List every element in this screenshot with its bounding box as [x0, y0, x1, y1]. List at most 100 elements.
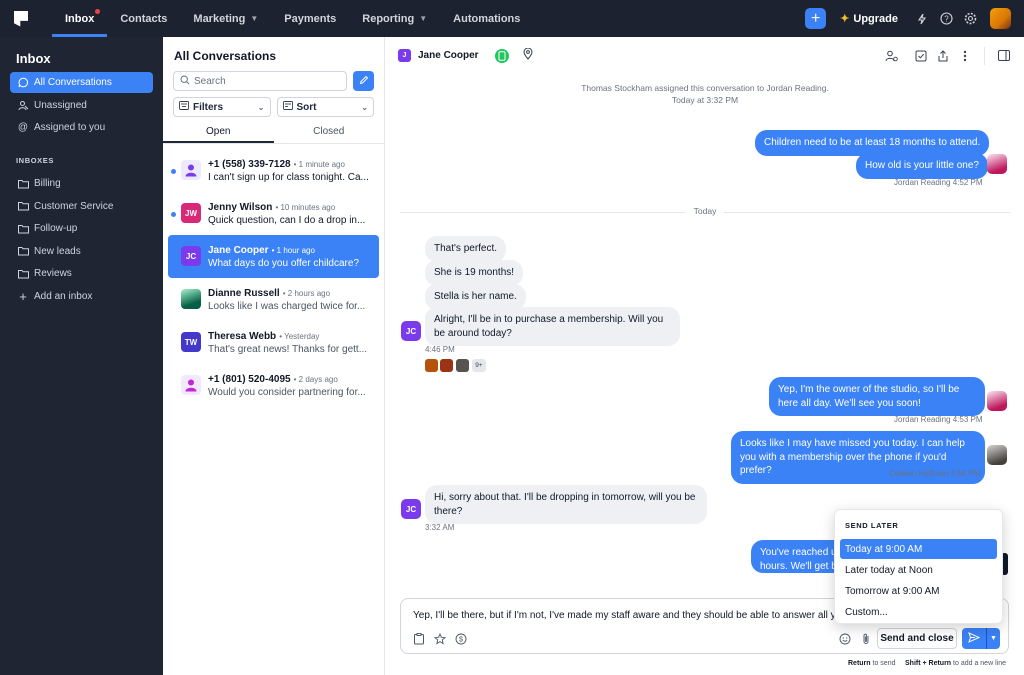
sidebar-item-assigned-to-you[interactable]: @ Assigned to you — [10, 117, 153, 138]
folder-icon — [17, 224, 29, 234]
plus-icon: + — [810, 9, 821, 27]
create-new-button[interactable]: + — [805, 8, 827, 29]
share-icon[interactable] — [932, 45, 954, 67]
send-icon — [968, 631, 981, 646]
send-and-close-button[interactable]: Send and close — [877, 628, 957, 649]
folder-icon — [17, 269, 29, 279]
message-meta: Jordan Reading 4:53 PM — [894, 415, 983, 424]
plus-icon: + — [19, 288, 27, 304]
close-conversation-icon[interactable] — [910, 45, 932, 67]
send-later-option[interactable]: Custom... — [840, 602, 997, 622]
sms-channel-icon[interactable] — [494, 48, 509, 63]
conversation-preview: What days do you offer childcare? — [208, 258, 360, 269]
notification-dot — [95, 9, 101, 14]
message-time: 4:46 PM — [425, 345, 455, 354]
star-icon[interactable] — [432, 631, 447, 646]
nav-contacts-label: Contacts — [120, 12, 168, 25]
viewer-avatar — [440, 359, 453, 372]
search-input[interactable]: Search — [173, 71, 347, 91]
nav-reporting[interactable]: Reporting ▼ — [349, 0, 440, 37]
sidebar-item-follow-up[interactable]: Follow-up — [10, 218, 153, 239]
conversation-preview: Looks like I was charged twice for... — [208, 301, 366, 312]
sidebar-item-unassigned[interactable]: Unassigned — [10, 95, 153, 116]
incoming-message: She is 19 months! — [425, 260, 524, 286]
nav-marketing-label: Marketing — [193, 12, 246, 25]
send-button[interactable] — [962, 628, 986, 649]
payment-request-icon[interactable]: $ — [453, 631, 468, 646]
app-logo[interactable] — [14, 10, 28, 27]
sidebar-item-customer-service[interactable]: Customer Service — [10, 196, 153, 217]
conversation-list-title: All Conversations — [174, 49, 277, 63]
more-options-icon[interactable] — [954, 45, 976, 67]
unread-dot — [171, 212, 176, 217]
more-viewers-badge[interactable]: 9+ — [472, 359, 486, 372]
tab-closed[interactable]: Closed — [274, 123, 385, 143]
conversation-time: 1 hour ago — [276, 246, 315, 255]
user-avatar[interactable] — [990, 8, 1011, 29]
assign-user-icon[interactable] — [880, 45, 902, 67]
send-button-group: ▼ — [962, 628, 1000, 649]
templates-icon[interactable] — [411, 631, 426, 646]
search-placeholder: Search — [194, 75, 226, 87]
conversation-list-panel: All Conversations Search Filters ⌄ Sort … — [163, 37, 385, 675]
sidebar-item-label: All Conversations — [34, 77, 112, 88]
top-navigation-bar: Inbox Contacts Marketing ▼ Payments Repor… — [0, 0, 1024, 37]
search-icon — [180, 74, 190, 88]
send-later-option[interactable]: Later today at Noon — [840, 560, 997, 580]
send-later-option[interactable]: Tomorrow at 9:00 AM — [840, 581, 997, 601]
attachment-icon[interactable] — [858, 631, 873, 646]
conversation-name: Theresa Webb — [208, 331, 277, 342]
hint-key: Shift + Return — [905, 660, 952, 667]
sidebar-item-new-leads[interactable]: New leads — [10, 241, 153, 262]
sidebar-item-all-conversations[interactable]: All Conversations — [10, 72, 153, 93]
tab-open[interactable]: Open — [163, 123, 274, 143]
help-icon[interactable]: ? — [934, 7, 958, 31]
upgrade-label: Upgrade — [853, 12, 898, 25]
conversation-item[interactable]: +1 (558) 339-7128 • 1 minute ago I can't… — [168, 149, 379, 192]
unassigned-icon — [17, 100, 29, 111]
incoming-message: Hi, sorry about that. I'll be dropping i… — [425, 485, 707, 524]
outgoing-message: How old is your little one? — [856, 153, 988, 179]
nav-inbox[interactable]: Inbox — [52, 0, 108, 37]
conversation-item-selected[interactable]: JC Jane Cooper • 1 hour ago What days do… — [168, 235, 379, 278]
upgrade-button[interactable]: ✦ Upgrade — [840, 12, 898, 26]
send-later-menu: SEND LATER Today at 9:00 AM Later today … — [834, 509, 1003, 624]
nav-payments[interactable]: Payments — [271, 0, 349, 37]
location-pin-icon[interactable] — [523, 47, 533, 63]
nav-marketing[interactable]: Marketing ▼ — [180, 0, 271, 37]
nav-contacts[interactable]: Contacts — [107, 0, 180, 37]
nav-automations-label: Automations — [453, 12, 521, 25]
conversation-time: 1 minute ago — [298, 160, 345, 169]
svg-text:$: $ — [459, 636, 463, 643]
send-later-option[interactable]: Today at 9:00 AM — [840, 539, 997, 559]
filter-icon — [179, 101, 189, 113]
contact-name[interactable]: Jane Cooper — [418, 50, 479, 61]
at-icon: @ — [17, 122, 29, 133]
conversation-item[interactable]: JW Jenny Wilson • 10 minutes ago Quick q… — [168, 192, 379, 235]
sidebar-item-label: Assigned to you — [34, 122, 106, 133]
sidebar-item-reviews[interactable]: Reviews — [10, 263, 153, 284]
filters-dropdown[interactable]: Filters ⌄ — [173, 97, 271, 117]
conversation-name: Dianne Russell — [208, 288, 280, 299]
conversation-item[interactable]: Dianne Russell • 2 hours ago Looks like … — [168, 278, 379, 321]
toggle-details-panel-icon[interactable] — [993, 45, 1015, 67]
compose-button[interactable] — [353, 71, 374, 91]
conversation-item[interactable]: +1 (801) 520-4095 • 2 days ago Would you… — [168, 364, 379, 407]
conversation-item[interactable]: TW Theresa Webb • Yesterday That's great… — [168, 321, 379, 364]
incoming-message: That's perfect. — [425, 236, 507, 262]
viewer-avatar — [456, 359, 469, 372]
inbox-sidebar: Inbox All Conversations Unassigned @ Ass… — [0, 37, 163, 675]
sort-dropdown[interactable]: Sort ⌄ — [276, 97, 374, 117]
send-options-toggle[interactable]: ▼ — [986, 628, 1000, 649]
gear-icon[interactable] — [958, 7, 982, 31]
composer-text-input[interactable]: Yep, I'll be there, but if I'm not, I've… — [413, 610, 838, 621]
lightning-icon[interactable] — [910, 7, 934, 31]
nav-automations[interactable]: Automations — [440, 0, 533, 37]
folder-icon — [17, 179, 29, 189]
conversation-preview: I can't sign up for class tonight. Ca... — [208, 172, 369, 183]
sidebar-item-add-inbox[interactable]: + Add an inbox — [10, 286, 153, 307]
sidebar-item-label: New leads — [34, 245, 81, 257]
nav-payments-label: Payments — [284, 12, 337, 25]
emoji-icon[interactable] — [837, 631, 852, 646]
sidebar-item-billing[interactable]: Billing — [10, 173, 153, 194]
